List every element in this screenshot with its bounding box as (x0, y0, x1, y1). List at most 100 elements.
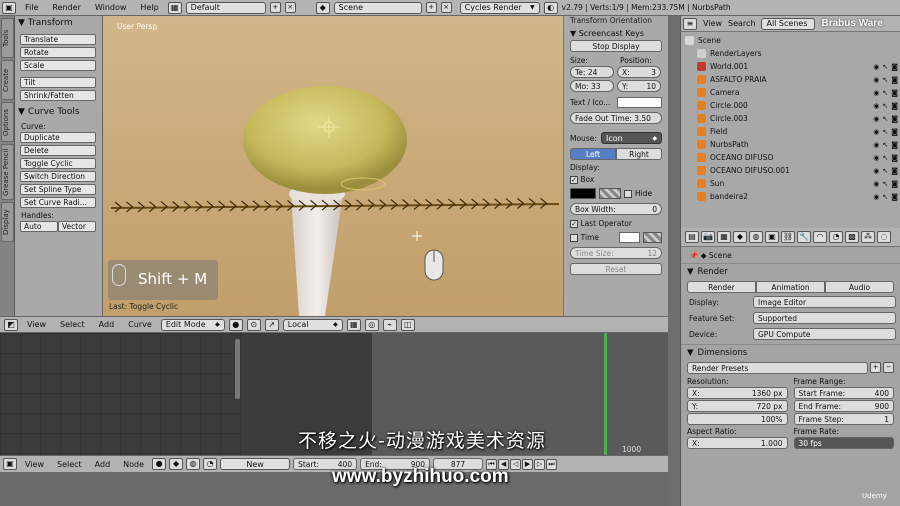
menu-view-bottom[interactable]: View (20, 460, 49, 469)
duplicate-button[interactable]: Duplicate (20, 132, 96, 143)
start-frame-prop-field[interactable]: Start Frame: 400 (793, 387, 894, 399)
cursor-icon[interactable]: ↖ (882, 141, 888, 149)
render-presets-select[interactable]: Render Presets (687, 362, 868, 374)
cursor-icon[interactable]: ↖ (882, 167, 888, 175)
next-key-icon[interactable]: ▷ (534, 458, 546, 470)
outliner-item[interactable]: NurbsPath ◉ ↖ ◙ (681, 138, 900, 151)
layout-add-button[interactable]: + (269, 2, 281, 13)
frame-step-field[interactable]: Frame Step: 1 (793, 413, 894, 425)
eye-icon[interactable]: ◉ (873, 102, 879, 110)
editor-type-icon[interactable]: ▣ (2, 1, 16, 14)
eye-icon[interactable]: ◉ (873, 141, 879, 149)
scene-add-button[interactable]: + (425, 2, 437, 13)
camera-icon[interactable]: ◙ (891, 102, 898, 110)
outliner-item[interactable]: Sun ◉ ↖ ◙ (681, 177, 900, 190)
scene-close-button[interactable]: × (440, 2, 452, 13)
object-type-icon[interactable]: ◆ (169, 458, 184, 470)
mode-select[interactable]: Edit Mode ◆ (160, 318, 225, 331)
data-tab-icon[interactable]: ◠ (813, 231, 827, 243)
cursor-icon[interactable]: ↖ (882, 193, 888, 201)
camera-icon[interactable]: ◙ (891, 154, 898, 162)
editor-type-icon-3d[interactable]: ◩ (4, 318, 18, 331)
dimensions-panel-header[interactable]: ▼ Dimensions (681, 344, 900, 361)
reset-button[interactable]: Reset (570, 263, 662, 275)
world-tab-icon[interactable]: ◍ (749, 231, 763, 243)
material-icon[interactable]: ◔ (203, 458, 218, 470)
resolution-percent-field[interactable]: 100% (687, 413, 788, 425)
node-editor-type-icon[interactable]: ▣ (3, 458, 17, 470)
box-width-field[interactable]: Box Width: 0 (570, 203, 662, 215)
tab-display[interactable]: Display (1, 202, 14, 242)
physics-tab-icon[interactable]: ◌ (877, 231, 891, 243)
menu-select[interactable]: Select (55, 320, 90, 329)
curve-tools-panel-header[interactable]: ▼ Curve Tools (15, 105, 102, 119)
outliner-item[interactable]: OCEANO DIFUSO ◉ ↖ ◙ (681, 151, 900, 164)
fade-out-field[interactable]: Fade Out Time: 3.50 (570, 112, 662, 124)
camera-icon[interactable]: ◙ (891, 141, 898, 149)
transform-panel-header[interactable]: ▼ Transform (15, 16, 102, 30)
node-editor[interactable] (0, 333, 242, 455)
resolution-x-field[interactable]: X: 1360 px (687, 387, 788, 399)
handle-auto-button[interactable]: Auto (20, 221, 58, 232)
eye-icon[interactable]: ◉ (873, 76, 879, 84)
stop-display-button[interactable]: Stop Display (570, 40, 662, 52)
eye-icon[interactable]: ◉ (873, 115, 879, 123)
shader-type-icon[interactable]: ● (152, 458, 167, 470)
proportional-edit-icon[interactable]: ◎ (364, 318, 379, 331)
box-checkbox-row[interactable]: ✓ Box (564, 175, 668, 184)
outliner-item[interactable]: Circle.000 ◉ ↖ ◙ (681, 99, 900, 112)
text-color-swatch[interactable] (617, 97, 662, 108)
node-editor-scrollbar[interactable] (235, 339, 240, 399)
render-engine-select[interactable]: Cycles Render ▼ (459, 1, 540, 14)
screencast-header[interactable]: ▼ Screencast Keys (564, 29, 668, 38)
cursor-icon[interactable]: ↖ (882, 63, 888, 71)
camera-icon[interactable]: ◙ (891, 89, 898, 97)
jump-end-icon[interactable]: ⏭ (546, 458, 558, 470)
cursor-icon[interactable]: ↖ (882, 76, 888, 84)
manipulator-icon[interactable]: ↗ (264, 318, 279, 331)
menu-add[interactable]: Add (94, 320, 120, 329)
outliner-item[interactable]: bandeira2 ◉ ↖ ◙ (681, 190, 900, 203)
menu-curve[interactable]: Curve (123, 320, 157, 329)
layout-close-button[interactable]: × (284, 2, 296, 13)
menu-render[interactable]: Render (47, 3, 85, 12)
camera-icon[interactable]: ◙ (891, 193, 898, 201)
toggle-cyclic-button[interactable]: Toggle Cyclic (20, 158, 96, 169)
set-curve-radius-button[interactable]: Set Curve Radi... (20, 197, 96, 208)
rotate-button[interactable]: Rotate (20, 47, 96, 58)
time-alpha-swatch[interactable] (643, 232, 663, 243)
delete-button[interactable]: Delete (20, 145, 96, 156)
menu-add-bottom[interactable]: Add (90, 460, 116, 469)
menu-file[interactable]: File (20, 3, 43, 12)
resolution-y-field[interactable]: Y: 720 px (687, 400, 788, 412)
orientation-select[interactable]: Local ◆ (282, 318, 343, 331)
tab-grease-pencil[interactable]: Grease Pencil (1, 144, 14, 200)
menu-help[interactable]: Help (135, 3, 163, 12)
menu-select-bottom[interactable]: Select (52, 460, 87, 469)
eye-icon[interactable]: ◉ (873, 154, 879, 162)
render-panel-header[interactable]: ▼ Render (681, 263, 900, 280)
new-material-button[interactable]: New (220, 458, 291, 470)
last-operator-row[interactable]: ✓ Last Operator (564, 219, 668, 228)
layout-icon[interactable]: ▦ (167, 1, 182, 14)
device-select[interactable]: GPU Compute (753, 328, 896, 340)
cursor-icon[interactable]: ↖ (882, 154, 888, 162)
cursor-icon[interactable]: ↖ (882, 180, 888, 188)
texture-tab-icon[interactable]: ▩ (845, 231, 859, 243)
mouse-size-field[interactable]: Mo: 33 (570, 80, 614, 92)
tab-tools[interactable]: Tools (1, 18, 14, 58)
box-color-swatch[interactable] (570, 188, 596, 199)
play-icon[interactable]: ▶ (522, 458, 534, 470)
render-preview-icon[interactable]: ◫ (400, 318, 415, 331)
layout-select[interactable]: Default (185, 1, 266, 14)
render-button[interactable]: Render (687, 281, 756, 293)
outliner-item[interactable]: Camera ◉ ↖ ◙ (681, 86, 900, 99)
camera-icon[interactable]: ◙ (891, 115, 898, 123)
shrink-fatten-button[interactable]: Shrink/Fatten (20, 90, 96, 101)
scale-button[interactable]: Scale (20, 60, 96, 71)
outliner-item[interactable]: Scene (681, 34, 900, 47)
world-type-icon[interactable]: ◍ (186, 458, 201, 470)
switch-direction-button[interactable]: Switch Direction (20, 171, 96, 182)
box-alpha-swatch[interactable] (599, 188, 621, 199)
object-tab-icon[interactable]: ▣ (765, 231, 779, 243)
